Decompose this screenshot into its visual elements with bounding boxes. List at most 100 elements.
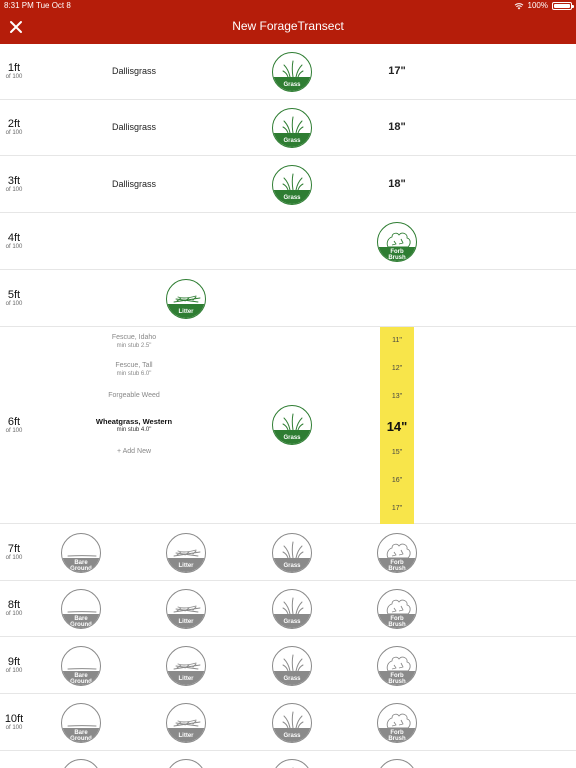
species-picker-sub: min stub 4.0" — [116, 427, 152, 433]
distance-ft: 6ft — [7, 416, 21, 428]
forb-brush-badge[interactable]: ForbBrush — [377, 759, 417, 768]
badge-label: Bare Ground — [62, 614, 100, 628]
distance-label: 9ft of 100 — [0, 656, 28, 675]
forb-icon — [378, 760, 417, 768]
height-picker-item[interactable]: 11" — [380, 337, 414, 344]
distance-of: of 100 — [5, 244, 23, 250]
litter-badge[interactable]: Litter — [166, 759, 206, 768]
badge-label: Litter — [167, 558, 205, 572]
species-picker-item[interactable]: Fescue, Idaho min stub 2.5" — [84, 333, 184, 351]
transect-row[interactable]: 4ft of 100 Forb Brush — [0, 213, 576, 270]
badge-label-text: Ground — [70, 565, 92, 572]
grass-badge[interactable]: Grass — [272, 533, 312, 573]
badge-label: Grass — [273, 558, 311, 572]
bare-ground-badge[interactable]: BareGround — [61, 646, 101, 686]
badge-label-text: Grass — [283, 675, 301, 682]
bare-ground-badge[interactable]: BareGround — [61, 533, 101, 573]
badge-label-text: Ground — [70, 735, 92, 742]
litter-icon — [167, 760, 206, 768]
bare-ground-badge[interactable]: BareGround — [61, 589, 101, 629]
badge-label-text: Grass — [283, 618, 301, 625]
transect-row[interactable]: 1ft of 100 Dallisgrass Grass 17" — [0, 44, 576, 100]
distance-label: 2ft of 100 — [0, 118, 28, 137]
transect-row[interactable]: 7ft of 100 Bare Ground Litter Grass Forb Brush — [0, 524, 576, 581]
transect-row-partial[interactable]: BareGround Litter Grass ForbBrush — [0, 751, 576, 768]
badge-label-text: Brush — [388, 735, 406, 742]
litter-badge[interactable]: Litter — [166, 646, 206, 686]
transect-row[interactable]: 9ft of 100 Bare Ground Litter Grass Forb Brush — [0, 637, 576, 694]
badge-label-text: Grass — [283, 562, 301, 569]
distance-label: 10ft of 100 — [0, 713, 28, 732]
forb-brush-badge[interactable]: ForbBrush — [377, 222, 417, 262]
species-picker-item[interactable]: Forgeable Weed — [84, 391, 184, 400]
transect-row[interactable]: 8ft of 100 Bare Ground Litter Grass Forb Brush — [0, 581, 576, 637]
transect-row[interactable]: 6ft of 100 Fescue, Idaho min stub 2.5" Fescu… — [0, 327, 576, 524]
forb-brush-badge[interactable]: ForbBrush — [377, 703, 417, 743]
badge-label: Grass — [273, 728, 311, 742]
distance-label: 3ft of 100 — [0, 175, 28, 194]
species-picker-item[interactable]: + Add New — [84, 447, 184, 456]
distance-label: 5ft of 100 — [0, 289, 28, 308]
height-value[interactable]: 17" — [370, 65, 424, 77]
grass-badge[interactable]: Grass — [272, 108, 312, 148]
grass-badge[interactable]: Grass — [272, 589, 312, 629]
transect-row[interactable]: 10ft of 100 Bare Ground Litter Grass Forb Brush — [0, 694, 576, 751]
species-picker-item[interactable]: Wheatgrass, Western min stub 4.0" — [84, 417, 184, 435]
grass-badge[interactable]: Grass — [272, 165, 312, 205]
distance-of: of 100 — [5, 428, 23, 434]
height-picker-item[interactable]: 15" — [380, 449, 414, 456]
distance-of: of 100 — [5, 668, 23, 674]
grass-badge[interactable]: Grass — [272, 405, 312, 445]
bare-ground-badge[interactable]: BareGround — [61, 759, 101, 768]
grass-badge[interactable]: Grass — [272, 646, 312, 686]
badge-label-text: Litter — [178, 732, 194, 739]
wifi-icon — [514, 3, 523, 10]
distance-label: 4ft of 100 — [0, 232, 28, 251]
species-name[interactable]: Dallisgrass — [84, 122, 184, 132]
badge-label: Litter — [167, 671, 205, 685]
height-picker-item[interactable]: 12" — [380, 365, 414, 372]
litter-badge[interactable]: Litter — [166, 533, 206, 573]
distance-of: of 100 — [5, 725, 23, 731]
distance-label: 8ft of 100 — [0, 599, 28, 618]
grass-badge[interactable]: Grass — [272, 52, 312, 92]
status-date: Tue Oct 8 — [36, 1, 71, 10]
height-picker-item[interactable]: 17" — [380, 505, 414, 512]
badge-label-text: Grass — [283, 732, 301, 739]
species-picker-sub: min stub 6.0" — [116, 371, 152, 377]
badge-label-text: Litter — [178, 618, 194, 625]
bare-ground-badge[interactable]: BareGround — [61, 703, 101, 743]
grass-badge[interactable]: Grass — [272, 759, 312, 768]
height-picker-item[interactable]: 14" — [380, 419, 414, 434]
distance-label: 7ft of 100 — [0, 543, 28, 562]
status-time: 8:31 PM — [4, 1, 34, 10]
badge-label: Grass — [273, 614, 311, 628]
badge-label: Grass — [273, 430, 311, 444]
distance-of: of 100 — [5, 130, 23, 136]
species-picker-name: Wheatgrass, Western — [95, 417, 173, 426]
distance-of: of 100 — [5, 611, 23, 617]
badge-label-text: Litter — [178, 562, 194, 569]
litter-badge[interactable]: Litter — [166, 703, 206, 743]
grass-badge[interactable]: Grass — [272, 703, 312, 743]
transect-row[interactable]: 2ft of 100 Dallisgrass Grass 18" — [0, 100, 576, 156]
litter-badge[interactable]: Litter — [166, 279, 206, 319]
height-picker[interactable]: 11" 12" 13" 14" 15" 16" 17" — [380, 327, 414, 524]
height-picker-item[interactable]: 13" — [380, 393, 414, 400]
species-name[interactable]: Dallisgrass — [84, 179, 184, 189]
forb-brush-badge[interactable]: ForbBrush — [377, 589, 417, 629]
transect-list[interactable]: 1ft of 100 Dallisgrass Grass 17" 2ft of 100 Dal… — [0, 44, 576, 768]
litter-badge[interactable]: Litter — [166, 589, 206, 629]
transect-row[interactable]: 5ft of 100 Litter — [0, 270, 576, 327]
badge-label-text: Brush — [388, 678, 406, 685]
transect-row[interactable]: 3ft of 100 Dallisgrass Grass 18" — [0, 156, 576, 213]
forb-brush-badge[interactable]: ForbBrush — [377, 646, 417, 686]
forb-brush-badge[interactable]: ForbBrush — [377, 533, 417, 573]
species-picker-name: Forgeable Weed — [108, 392, 160, 399]
height-picker-item[interactable]: 16" — [380, 477, 414, 484]
height-value[interactable]: 18" — [370, 178, 424, 190]
species-picker-item[interactable]: Fescue, Tall min stub 6.0" — [84, 361, 184, 379]
species-name[interactable]: Dallisgrass — [84, 66, 184, 76]
height-value[interactable]: 18" — [370, 121, 424, 133]
badge-label: Forb Brush — [378, 728, 416, 742]
